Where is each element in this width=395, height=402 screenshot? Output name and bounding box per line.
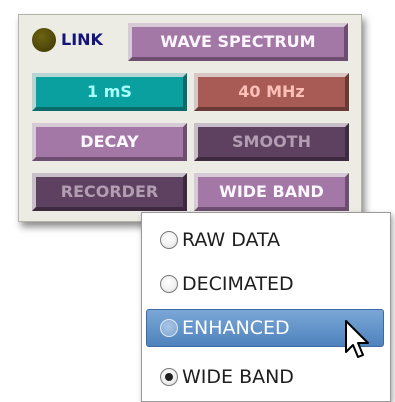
wide-band-button[interactable]: WIDE BAND	[194, 173, 349, 211]
menu-item-wide-band[interactable]: WIDE BAND	[146, 358, 384, 396]
menu-item-label: WIDE BAND	[182, 366, 294, 388]
control-panel: LINK WAVE SPECTRUM 1 mS 40 MHz DECAY SMO…	[18, 14, 362, 222]
radio-unselected-icon	[160, 319, 178, 337]
time-scale-button[interactable]: 1 mS	[32, 73, 187, 111]
recorder-button[interactable]: RECORDER	[32, 173, 187, 211]
mouse-pointer-icon	[345, 320, 369, 358]
link-label: LINK	[61, 30, 103, 49]
wave-spectrum-button[interactable]: WAVE SPECTRUM	[128, 23, 348, 61]
menu-item-raw-data[interactable]: RAW DATA	[146, 221, 384, 259]
menu-item-decimated[interactable]: DECIMATED	[146, 265, 384, 303]
smooth-button[interactable]: SMOOTH	[194, 123, 349, 161]
menu-item-label: ENHANCED	[182, 317, 290, 339]
menu-item-label: DECIMATED	[182, 273, 294, 295]
frequency-button[interactable]: 40 MHz	[194, 73, 349, 111]
radio-unselected-icon	[160, 231, 178, 249]
mode-dropdown-menu: RAW DATA DECIMATED ENHANCED WIDE BAND	[141, 212, 391, 402]
menu-item-label: RAW DATA	[182, 229, 281, 251]
link-indicator-led	[32, 28, 56, 52]
decay-button[interactable]: DECAY	[32, 123, 187, 161]
radio-selected-icon	[160, 368, 178, 386]
radio-unselected-icon	[160, 275, 178, 293]
